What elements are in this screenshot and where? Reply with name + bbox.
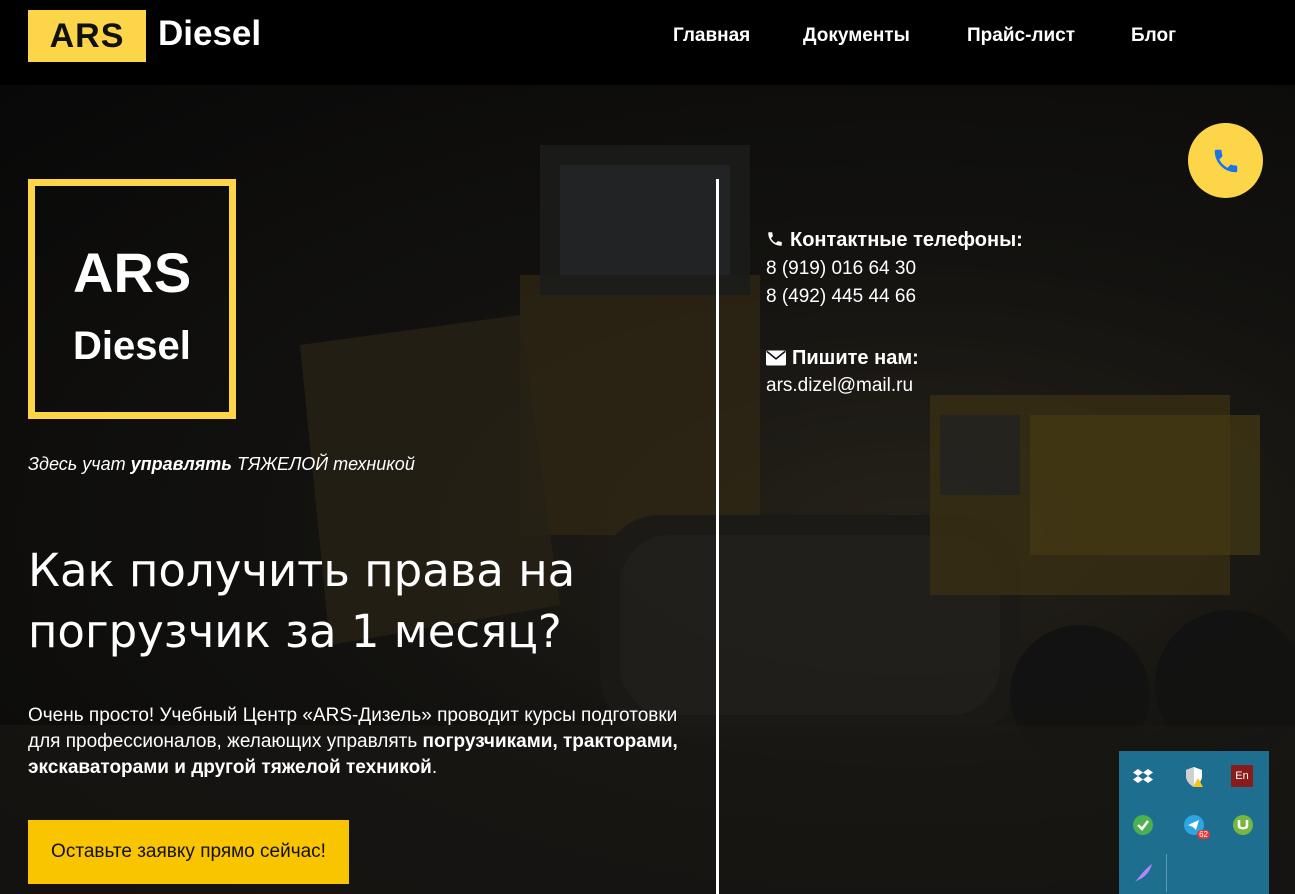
tagline-pre: Здесь учат	[28, 454, 131, 474]
page-headline: Как получить права на погрузчик за 1 мес…	[28, 544, 576, 658]
main-nav: Главная Документы Прайс-лист Блог	[0, 25, 1295, 47]
email-heading: Пишите нам:	[766, 347, 919, 370]
email-address[interactable]: ars.dizel@mail.ru	[766, 375, 913, 397]
tagline-bold: управлять	[130, 454, 232, 474]
system-tray-overflow: En 62	[1119, 751, 1269, 894]
phones-heading-text: Контактные телефоны:	[790, 229, 1023, 251]
language-en-icon[interactable]: En	[1231, 765, 1253, 787]
tagline: Здесь учат управлять ТЯЖЕЛОЙ техникой	[28, 454, 415, 475]
call-button[interactable]	[1188, 123, 1263, 198]
hero-section: ARS Diesel Здесь учат управлять ТЯЖЕЛОЙ …	[0, 85, 1295, 894]
dropbox-icon[interactable]	[1131, 765, 1155, 789]
hero-logo-line1: ARS	[73, 241, 192, 304]
intro-end: .	[431, 757, 438, 778]
nav-item-documents[interactable]: Документы	[803, 25, 910, 47]
email-heading-text: Пишите нам:	[792, 347, 919, 369]
nav-item-price-list[interactable]: Прайс-лист	[967, 25, 1075, 47]
phone-icon	[768, 232, 782, 246]
hero-logo-line2: Diesel	[73, 324, 191, 368]
nav-item-blog[interactable]: Блог	[1131, 25, 1176, 47]
nav-item-home[interactable]: Главная	[673, 25, 750, 47]
phone-call-icon	[1214, 149, 1237, 172]
feather-icon[interactable]	[1131, 861, 1155, 885]
site-header: ARS Diesel Главная Документы Прайс-лист …	[0, 0, 1295, 85]
phone-number-1[interactable]: 8 (919) 016 64 30	[766, 258, 916, 280]
hero-logo: ARS Diesel	[28, 179, 236, 419]
telegram-badge: 62	[1197, 830, 1210, 839]
telegram-icon[interactable]: 62	[1182, 813, 1210, 839]
check-app-icon[interactable]	[1131, 813, 1155, 837]
phone-number-2[interactable]: 8 (492) 445 44 66	[766, 286, 916, 308]
tagline-post: ТЯЖЕЛОЙ техникой	[231, 454, 415, 474]
utorrent-icon[interactable]	[1231, 813, 1255, 837]
intro-paragraph: Очень просто! Учебный Центр «ARS-Дизель»…	[28, 703, 708, 781]
apply-now-button[interactable]: Оставьте заявку прямо сейчас!	[28, 820, 349, 884]
phones-heading: Контактные телефоны:	[766, 229, 1023, 252]
tray-separator	[1166, 854, 1167, 892]
security-shield-icon[interactable]	[1182, 765, 1206, 789]
vertical-divider	[716, 179, 719, 894]
envelope-icon	[766, 350, 786, 366]
